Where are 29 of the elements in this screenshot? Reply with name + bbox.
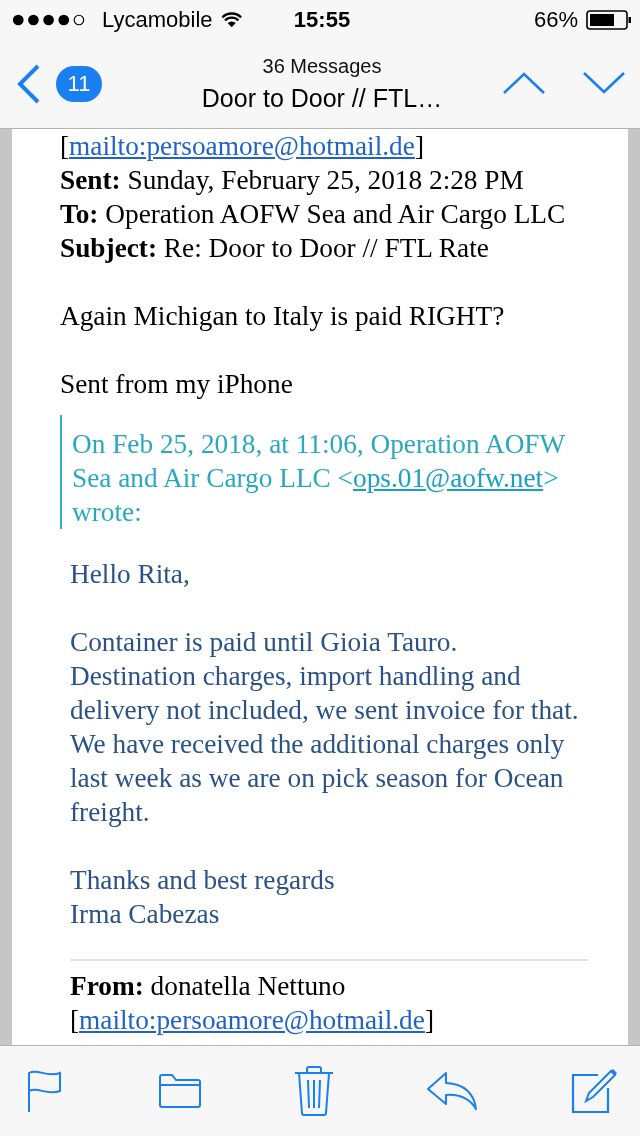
quoted-text: Irma Cabezas (70, 898, 221, 931)
header-field: Subject: Re: Door to Door // FTL Rate (60, 231, 588, 265)
quoted-text: Container is paid until Gioia Tauro. Destination charges, import handling and delivery not included, we sent invoice for that. We have received the additional charges only last week as we are on pick season for Ocean freight. (70, 626, 580, 829)
back-button[interactable]: 11 (16, 63, 166, 105)
message-count: 36 Messages (262, 55, 382, 78)
header-field: From: donatella Nettuno (70, 969, 588, 1003)
quoted-text: Hello Rita, (70, 558, 191, 591)
body-text: Again Michigan to Italy is paid RIGHT? (60, 300, 506, 333)
mailto-line: [mailto:persoamore@hotmail.de] (60, 130, 425, 163)
battery-icon (586, 10, 632, 30)
quote-attribution: On Feb 25, 2018, at 11:06, Operation AOFW Sea and Air Cargo LLC <ops.01@aofw.net> wrote: (60, 415, 588, 529)
header-field: Sent: Sunday, February 25, 2018 2:28 PM (60, 163, 588, 197)
header-field: To: Operation AOFW Sea and Air Cargo LLC (60, 197, 588, 231)
trash-button[interactable] (294, 1066, 334, 1116)
clock-time: 15:55 (293, 7, 351, 33)
compose-button[interactable] (570, 1068, 618, 1114)
wifi-icon (220, 11, 242, 29)
back-chevron-icon (16, 63, 42, 105)
reply-button[interactable] (426, 1071, 478, 1111)
email-link[interactable]: mailto:persoamore@hotmail.de (79, 1005, 425, 1035)
folder-button[interactable] (158, 1073, 202, 1109)
carrier-name: Lycamobile (102, 7, 213, 33)
quoted-text: Thanks and best regards (70, 864, 336, 897)
battery-percent: 66% (533, 7, 578, 33)
mailto-line: [mailto:persoamore@hotmail.de] (70, 1004, 435, 1037)
thread-title: Door to Door // FTL… (201, 84, 443, 113)
email-link[interactable]: mailto:persoamore@hotmail.de (69, 131, 415, 161)
email-link[interactable]: ops.01@aofw.net (353, 463, 544, 493)
body-text: Sent from my iPhone (60, 368, 294, 401)
